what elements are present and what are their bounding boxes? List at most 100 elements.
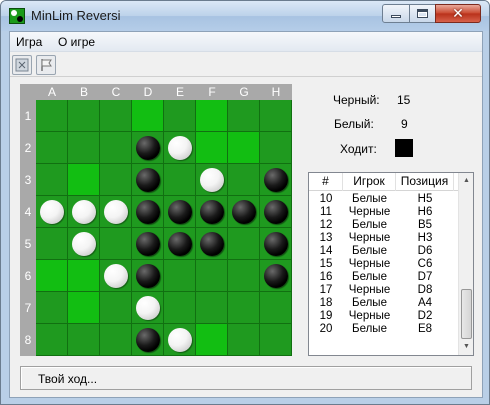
board-cell[interactable] — [68, 164, 100, 196]
list-item[interactable]: 16 Белые D7 — [309, 271, 459, 284]
list-item[interactable]: 18 Белые A4 — [309, 297, 459, 310]
board-cell[interactable] — [196, 164, 228, 196]
move-position: D7 — [417, 271, 433, 283]
board-cell[interactable] — [132, 228, 164, 260]
close-button[interactable]: ✕ — [435, 4, 481, 23]
board-cell[interactable] — [164, 292, 196, 324]
board-cell[interactable] — [68, 324, 100, 356]
board-cell[interactable] — [164, 228, 196, 260]
board-cell[interactable] — [132, 100, 164, 132]
column-header-number[interactable]: # — [309, 173, 343, 191]
board-cell[interactable] — [36, 196, 68, 228]
moves-list[interactable]: # Игрок Позиция 10 Белые H5 11 Черные H6 12 Бел… — [308, 172, 474, 356]
board-cell[interactable] — [68, 196, 100, 228]
moves-header: # Игрок Позиция — [309, 173, 459, 191]
white-disc — [40, 200, 64, 224]
board-cell[interactable] — [68, 292, 100, 324]
board-cell[interactable] — [132, 292, 164, 324]
board-cell[interactable] — [164, 100, 196, 132]
board-cell[interactable] — [164, 260, 196, 292]
black-disc — [264, 168, 288, 192]
board-cell[interactable] — [100, 196, 132, 228]
board-cell[interactable] — [36, 228, 68, 260]
list-item[interactable]: 17 Черные D8 — [309, 284, 459, 297]
board-cell[interactable] — [100, 228, 132, 260]
board-cell[interactable] — [68, 132, 100, 164]
board-cell[interactable] — [228, 260, 260, 292]
minimize-button[interactable] — [382, 4, 410, 23]
maximize-button[interactable] — [409, 4, 436, 23]
board-cell[interactable] — [36, 100, 68, 132]
board-cell[interactable] — [100, 324, 132, 356]
board-cell[interactable] — [196, 324, 228, 356]
board-cell[interactable] — [228, 164, 260, 196]
column-header-player[interactable]: Игрок — [343, 173, 396, 191]
board-cell[interactable] — [132, 132, 164, 164]
board-cell[interactable] — [228, 228, 260, 260]
board-cell[interactable] — [260, 292, 292, 324]
list-item[interactable]: 19 Черные D2 — [309, 310, 459, 323]
list-item[interactable]: 20 Белые E8 — [309, 323, 459, 336]
board-cell[interactable] — [260, 100, 292, 132]
surrender-button[interactable] — [36, 55, 56, 75]
board-cell[interactable] — [164, 196, 196, 228]
board-cell[interactable] — [228, 132, 260, 164]
scroll-down-icon[interactable]: ▼ — [459, 339, 474, 355]
board-cell[interactable] — [196, 260, 228, 292]
black-disc — [200, 232, 224, 256]
board-cell[interactable] — [260, 260, 292, 292]
move-position: D8 — [417, 284, 433, 296]
board-cell[interactable] — [132, 324, 164, 356]
board-cell[interactable] — [164, 132, 196, 164]
board-cell[interactable] — [36, 324, 68, 356]
list-item[interactable]: 13 Черные H3 — [309, 232, 459, 245]
menu-game[interactable]: Игра — [16, 35, 42, 49]
board-cell[interactable] — [260, 196, 292, 228]
row-label: 8 — [24, 333, 32, 347]
board-cell[interactable] — [196, 100, 228, 132]
board-cell[interactable] — [228, 100, 260, 132]
board-cell[interactable] — [196, 228, 228, 260]
board-cell[interactable] — [260, 228, 292, 260]
board-cell[interactable] — [68, 260, 100, 292]
move-position: H6 — [417, 206, 433, 218]
board-cell[interactable] — [228, 196, 260, 228]
board-cell[interactable] — [260, 324, 292, 356]
list-item[interactable]: 11 Черные H6 — [309, 206, 459, 219]
row-label: 1 — [24, 109, 32, 123]
black-disc — [136, 200, 160, 224]
scroll-up-icon[interactable]: ▲ — [459, 173, 474, 189]
board-cell[interactable] — [100, 260, 132, 292]
board-cell[interactable] — [196, 132, 228, 164]
board-cell[interactable] — [196, 292, 228, 324]
board-cell[interactable] — [36, 132, 68, 164]
scroll-thumb[interactable] — [461, 289, 472, 339]
menu-about[interactable]: О игре — [58, 35, 95, 49]
board-cell[interactable] — [68, 100, 100, 132]
board-cell[interactable] — [100, 292, 132, 324]
moves-scrollbar[interactable]: ▲ ▼ — [458, 173, 473, 355]
board-cell[interactable] — [36, 292, 68, 324]
board-cell[interactable] — [132, 164, 164, 196]
board-cell[interactable] — [196, 196, 228, 228]
new-game-button[interactable] — [12, 55, 32, 75]
list-item[interactable]: 12 Белые B5 — [309, 219, 459, 232]
column-header-position[interactable]: Позиция — [396, 173, 454, 191]
board-cell[interactable] — [228, 292, 260, 324]
board-cell[interactable] — [164, 164, 196, 196]
board-cell[interactable] — [36, 260, 68, 292]
board-cell[interactable] — [260, 132, 292, 164]
list-item[interactable]: 14 Белые D6 — [309, 245, 459, 258]
board-cell[interactable] — [164, 324, 196, 356]
board-cell[interactable] — [100, 100, 132, 132]
board-cell[interactable] — [132, 260, 164, 292]
board-cell[interactable] — [68, 228, 100, 260]
board-cell[interactable] — [228, 324, 260, 356]
board-cell[interactable] — [100, 164, 132, 196]
board-cell[interactable] — [36, 164, 68, 196]
board-cell[interactable] — [260, 164, 292, 196]
list-item[interactable]: 15 Черные C6 — [309, 258, 459, 271]
board-cell[interactable] — [100, 132, 132, 164]
board-cell[interactable] — [132, 196, 164, 228]
list-item[interactable]: 10 Белые H5 — [309, 193, 459, 206]
